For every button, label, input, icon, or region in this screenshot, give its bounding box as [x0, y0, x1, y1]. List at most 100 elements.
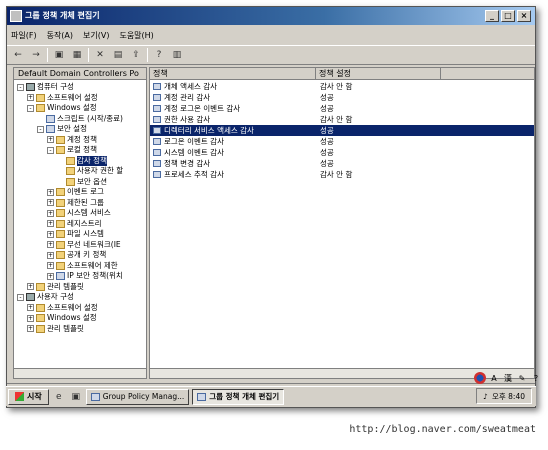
policy-row[interactable]: 디렉터리 서비스 액세스 감사 성공	[150, 125, 534, 136]
system-tray: ♪ 오후 8:40	[476, 388, 532, 404]
tree-node-label: 사용자 구성	[37, 292, 74, 301]
expand-icon[interactable]: +	[27, 304, 34, 311]
tree-node[interactable]: - 컴퓨터 구성	[17, 82, 74, 92]
tree-node[interactable]: - 로컬 정책	[47, 145, 97, 155]
help-icon[interactable]: ?	[152, 48, 166, 62]
column-policy[interactable]: 정책	[150, 68, 316, 80]
back-icon[interactable]: ←	[11, 48, 25, 62]
tree-node[interactable]: + 소프트웨어 제한	[47, 261, 118, 271]
menu-help[interactable]: 도움말(H)	[119, 30, 153, 41]
ime-mode-a[interactable]: A	[488, 372, 500, 384]
expand-icon[interactable]: +	[27, 94, 34, 101]
menu-view[interactable]: 보기(V)	[83, 30, 109, 41]
tree-node[interactable]: 감사 정책	[57, 155, 107, 166]
expand-icon[interactable]: +	[47, 209, 54, 217]
view-icon[interactable]: ▥	[170, 48, 184, 62]
tree-node[interactable]: + 이벤트 로그	[47, 187, 104, 197]
ime-settings-icon[interactable]: ✎	[516, 372, 528, 384]
tree-node[interactable]: + 관리 템플릿	[27, 282, 84, 292]
folder-icon	[56, 198, 65, 207]
tree-node[interactable]: + 파일 시스템	[47, 229, 104, 239]
tree-node[interactable]: + 소프트웨어 설정	[27, 303, 98, 313]
policy-row[interactable]: 계정 로그온 이벤트 감사 성공	[150, 103, 534, 114]
tree-node[interactable]: + 시스템 서비스	[47, 208, 111, 218]
tree-node[interactable]: + 제한된 그룹	[47, 198, 104, 208]
delete-icon[interactable]: ✕	[93, 48, 107, 62]
tree-node[interactable]: - 보안 설정	[37, 124, 87, 134]
speaker-icon[interactable]: ♪	[483, 392, 488, 401]
policy-list[interactable]: 정책 정책 설정 개체 액세스 감사 감사 안 함 계정 관리 감사 성공 계정 로그온…	[149, 67, 535, 379]
tree-node[interactable]: + 레지스트리	[47, 219, 102, 229]
expand-icon[interactable]: +	[47, 199, 54, 206]
tree-node[interactable]: 사용자 권한 할	[57, 166, 123, 176]
properties-icon[interactable]: ▤	[111, 48, 125, 62]
expand-icon[interactable]: +	[47, 272, 54, 280]
clock[interactable]: 오후 8:40	[492, 391, 525, 402]
tree-node-label: 관리 템플릿	[47, 323, 84, 333]
tree-node-label: IP 보안 정책(위치	[67, 271, 123, 280]
expand-icon[interactable]: +	[47, 230, 54, 238]
tree-node[interactable]: + 공개 키 정책	[47, 250, 106, 260]
collapse-icon[interactable]: -	[37, 125, 44, 133]
start-button[interactable]: 시작	[8, 388, 49, 405]
policy-item-icon	[153, 160, 161, 167]
taskbar-button[interactable]: Group Policy Manag...	[85, 388, 190, 405]
tree-node[interactable]: + Windows 설정	[27, 313, 97, 323]
expand-icon[interactable]: +	[47, 220, 54, 227]
policy-icon	[56, 272, 65, 280]
tree-node[interactable]: + IP 보안 정책(위치	[47, 271, 123, 281]
tree-node[interactable]: + 무선 네트워크(IE	[47, 240, 121, 250]
expand-icon[interactable]: +	[47, 241, 54, 248]
menu-action[interactable]: 동작(A)	[47, 30, 73, 41]
tree-node[interactable]: + 계정 정책	[47, 135, 97, 145]
folder-icon	[56, 230, 65, 238]
policy-row[interactable]: 시스템 이벤트 감사 성공	[150, 147, 534, 158]
tree-node[interactable]: - Windows 설정	[27, 103, 97, 113]
policy-item-icon	[153, 127, 161, 134]
policy-row[interactable]: 프로세스 추적 감사 감사 안 함	[150, 169, 534, 180]
tree-node[interactable]: + 소프트웨어 설정	[27, 93, 98, 103]
policy-row[interactable]: 로그온 이벤트 감사 성공	[150, 136, 534, 147]
ime-mode-hanja[interactable]: 漢	[502, 372, 514, 384]
ime-logo-icon[interactable]	[474, 372, 486, 384]
export-icon[interactable]: ⇪	[129, 48, 143, 62]
quicklaunch-ie-icon[interactable]: e	[52, 390, 66, 404]
quicklaunch-desktop-icon[interactable]: ▣	[69, 390, 83, 404]
policy-row[interactable]: 개체 액세스 감사 감사 안 함	[150, 81, 534, 92]
expand-icon[interactable]: +	[47, 251, 54, 259]
tree-node[interactable]: 보안 옵션	[57, 177, 107, 187]
tree-node[interactable]: - 사용자 구성	[17, 292, 74, 302]
tree-node[interactable]: 스크립트 (시작/종료)	[37, 114, 123, 124]
expand-icon[interactable]: +	[47, 136, 54, 143]
expand-icon[interactable]: +	[47, 262, 54, 269]
ime-help-icon[interactable]: ?	[530, 372, 542, 384]
menu-file[interactable]: 파일(F)	[11, 30, 37, 41]
tree-horizontal-scrollbar[interactable]	[14, 368, 146, 378]
tree-root[interactable]: Default Domain Controllers Po	[14, 68, 146, 80]
up-folder-icon[interactable]: ▣	[52, 48, 66, 62]
console-tree[interactable]: Default Domain Controllers Po - 컴퓨터 구성 + 소프…	[13, 67, 147, 379]
collapse-icon[interactable]: -	[17, 83, 24, 91]
tree-node-label: 보안 설정	[57, 124, 87, 133]
column-setting[interactable]: 정책 설정	[316, 68, 441, 80]
title-bar[interactable]: 그룹 정책 개체 편집기 _ □ ×	[7, 7, 535, 25]
collapse-icon[interactable]: -	[17, 293, 24, 301]
expand-icon[interactable]: +	[27, 325, 34, 332]
policy-setting: 감사 안 함	[320, 170, 353, 179]
expand-icon[interactable]: +	[27, 314, 34, 322]
collapse-icon[interactable]: -	[47, 146, 54, 154]
expand-icon[interactable]: +	[47, 188, 54, 196]
expand-icon[interactable]: +	[27, 283, 34, 290]
tree-node[interactable]: + 관리 템플릿	[27, 324, 84, 334]
minimize-button[interactable]: _	[485, 10, 499, 22]
policy-row[interactable]: 권한 사용 감사 감사 안 함	[150, 114, 534, 125]
policy-row[interactable]: 정책 변경 감사 성공	[150, 158, 534, 169]
policy-name: 시스템 이벤트 감사	[164, 148, 224, 157]
show-tree-icon[interactable]: ▦	[70, 48, 84, 62]
close-button[interactable]: ×	[517, 10, 531, 22]
taskbar-button[interactable]: 그룹 정책 개체 편집기	[192, 388, 285, 405]
policy-row[interactable]: 계정 관리 감사 성공	[150, 92, 534, 103]
maximize-button[interactable]: □	[501, 10, 515, 22]
collapse-icon[interactable]: -	[27, 104, 34, 112]
forward-icon[interactable]: →	[29, 48, 43, 62]
